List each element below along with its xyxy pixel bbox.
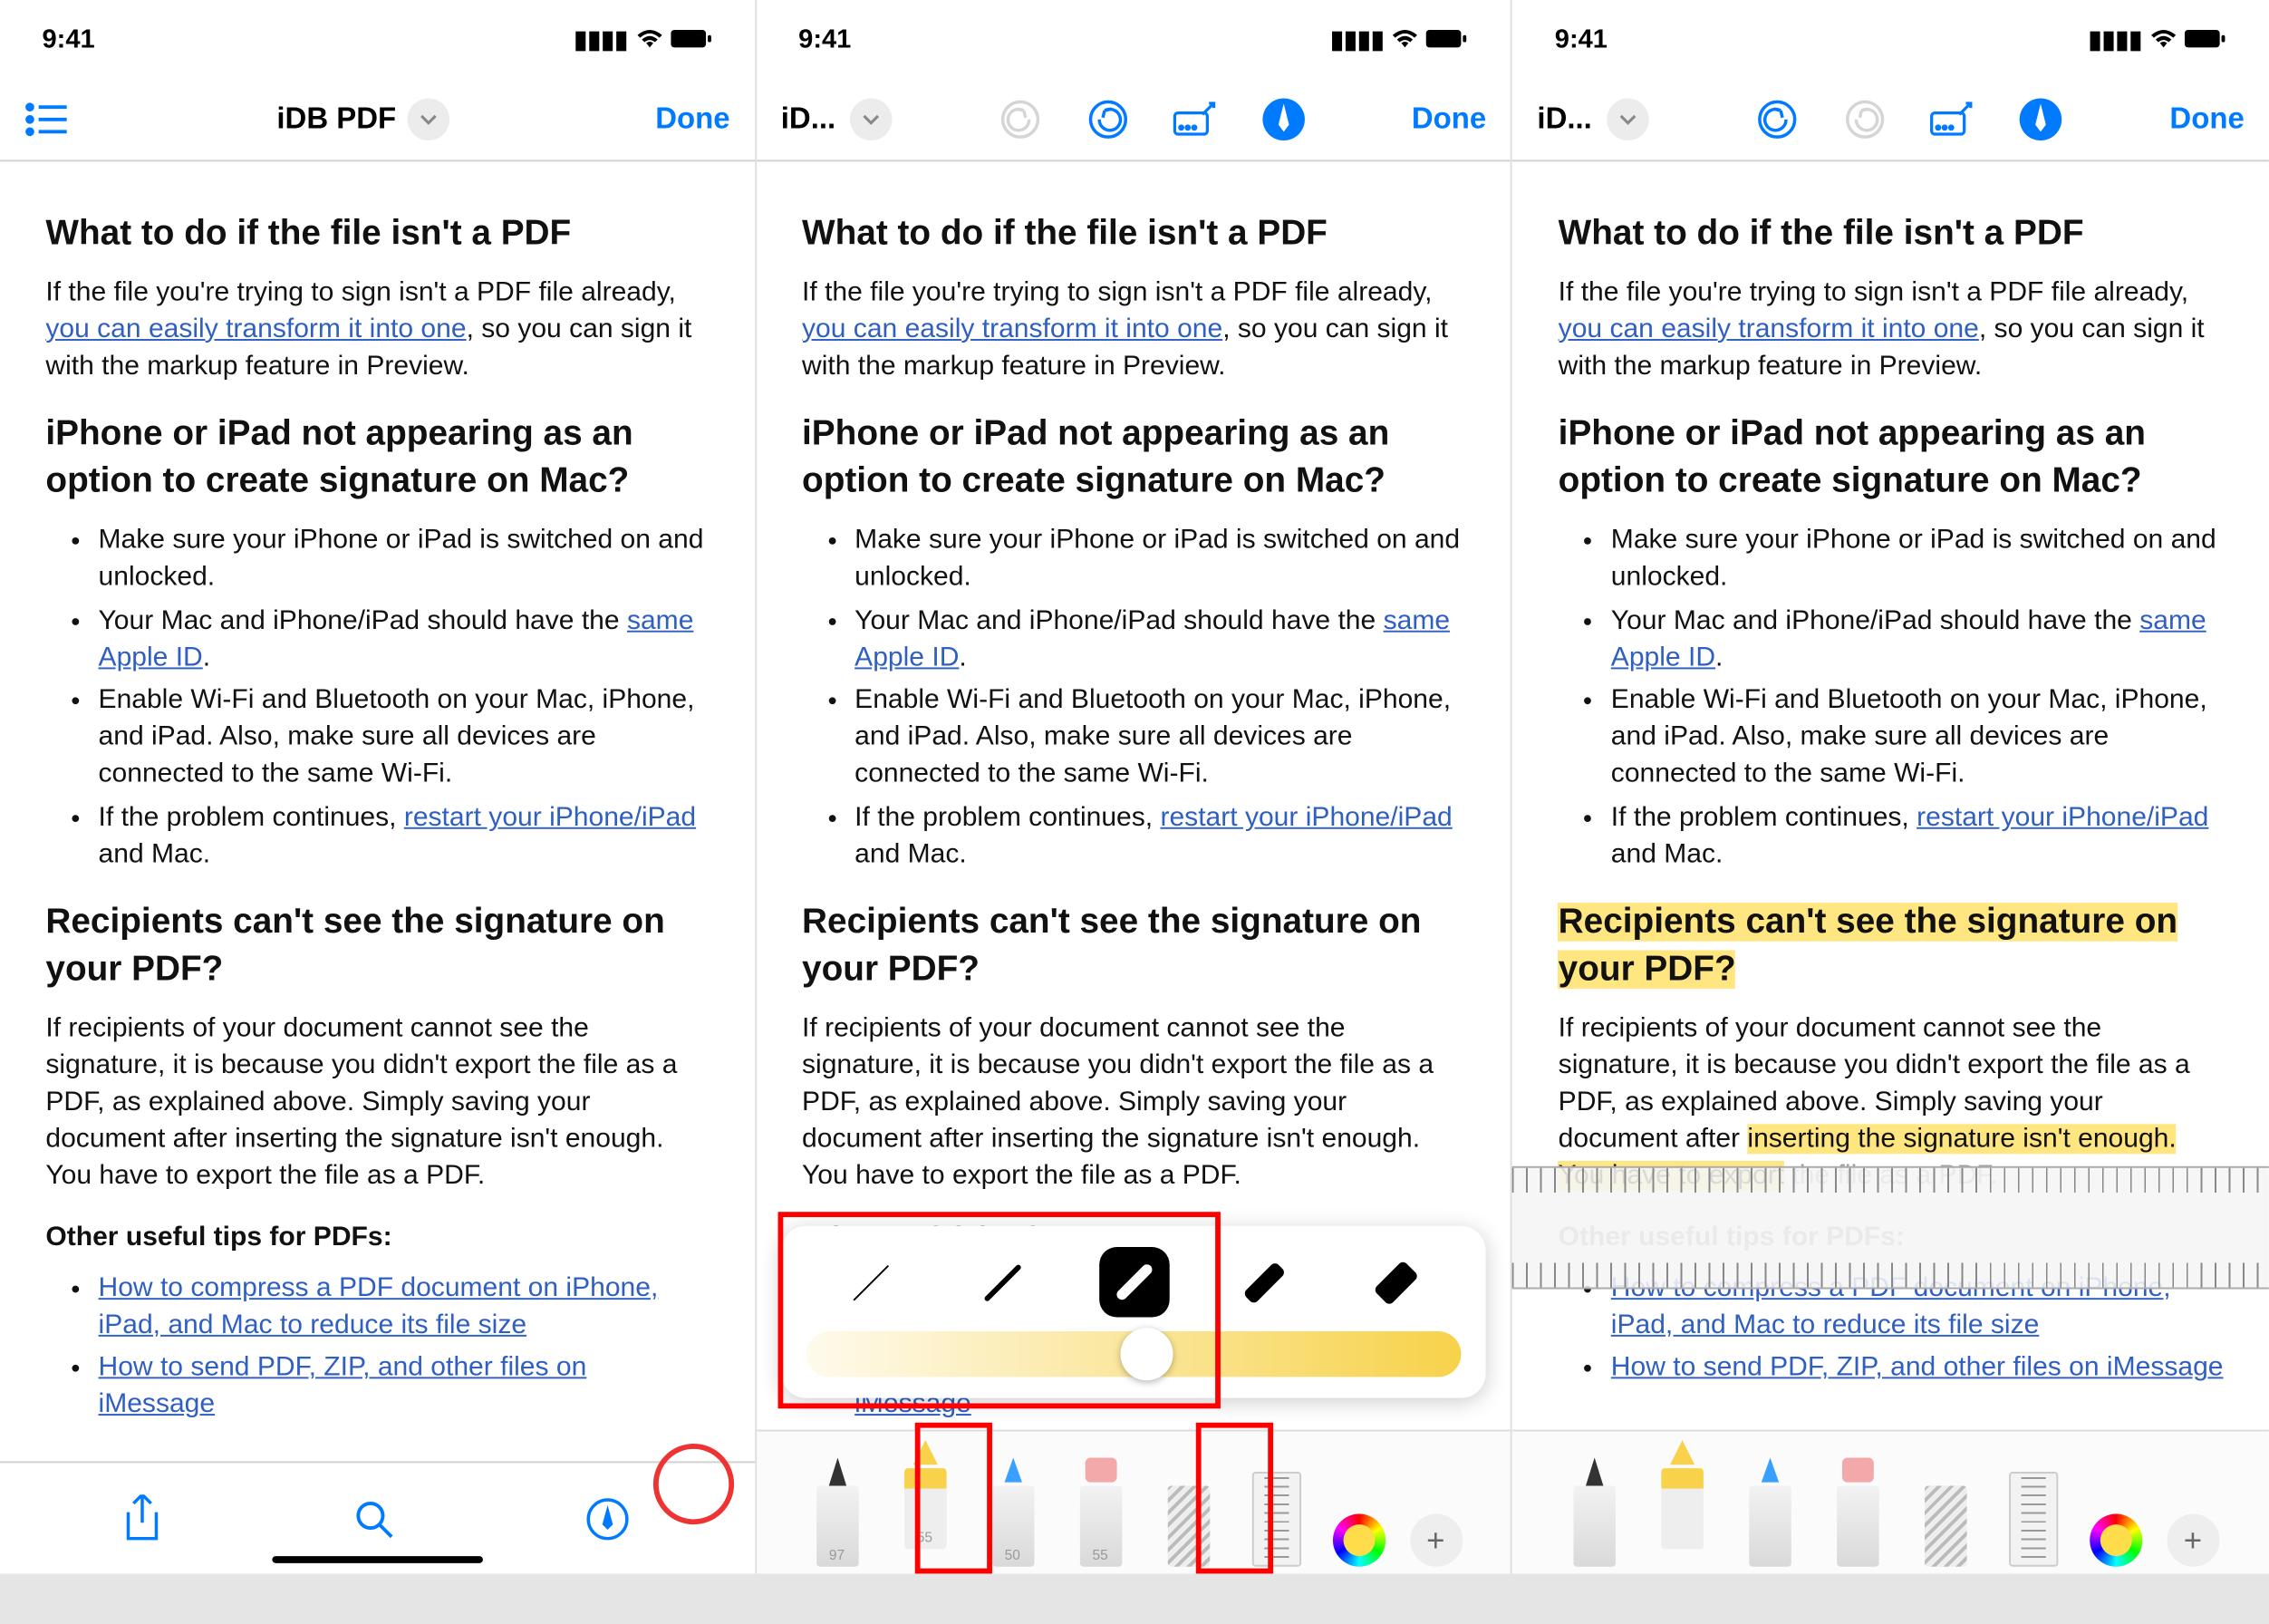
wifi-icon xyxy=(2149,28,2177,49)
markup-nav-bar: iD... Done xyxy=(757,77,1511,161)
link-compress[interactable]: How to compress a PDF document on iPhone… xyxy=(99,1272,659,1339)
markup-nav-bar: iD... Done xyxy=(1512,77,2269,161)
autofill-icon[interactable] xyxy=(1173,96,1218,141)
status-bar: 9:41 ▮▮▮▮ xyxy=(757,0,1511,77)
list-item: If the problem continues, restart your i… xyxy=(99,801,710,875)
screenshot-1: 9:41 ▮▮▮▮ iDB PDF Done What to do if the… xyxy=(0,0,757,1573)
pdf-content[interactable]: What to do if the file isn't a PDF If th… xyxy=(0,161,755,1461)
ruler-overlay[interactable] xyxy=(1512,1166,2269,1290)
annotation-box-options xyxy=(777,1212,1220,1408)
add-tool-button[interactable]: + xyxy=(1409,1514,1462,1567)
battery-icon xyxy=(1426,28,1469,49)
wifi-icon xyxy=(635,28,663,49)
title-menu-chevron-icon[interactable] xyxy=(407,98,449,140)
annotation-box-ruler xyxy=(1195,1423,1272,1574)
heading-recipients-highlighted: Recipients can't see the signature on yo… xyxy=(1559,899,2224,994)
eraser-tool[interactable] xyxy=(1826,1458,1889,1567)
status-icons: ▮▮▮▮ xyxy=(574,24,712,53)
status-time: 9:41 xyxy=(43,24,95,53)
heading-ipad-mac: iPhone or iPad not appearing as an optio… xyxy=(45,411,709,506)
markup-tools-bar: 97 55 50 55 + xyxy=(757,1430,1511,1574)
color-picker[interactable] xyxy=(1332,1514,1385,1567)
battery-icon xyxy=(2185,28,2227,49)
signal-icon: ▮▮▮▮ xyxy=(1330,24,1385,53)
list-item: How to send PDF, ZIP, and other files on… xyxy=(99,1351,710,1425)
doc-title[interactable]: iDB PDF xyxy=(276,101,396,136)
heading-ipad-mac: iPhone or iPad not appearing as an optio… xyxy=(802,411,1465,506)
status-icons: ▮▮▮▮ xyxy=(1330,24,1469,53)
done-button[interactable]: Done xyxy=(2169,101,2244,136)
list-item: Make sure your iPhone or iPad is switche… xyxy=(99,523,710,596)
heading-not-pdf: What to do if the file isn't a PDF xyxy=(45,211,709,258)
undo-icon[interactable] xyxy=(1754,96,1800,141)
heading-tips: Other useful tips for PDFs: xyxy=(45,1220,709,1257)
pen-tool[interactable]: 97 xyxy=(806,1458,869,1567)
status-bar: 9:41 ▮▮▮▮ xyxy=(0,0,755,77)
lasso-tool[interactable] xyxy=(1914,1458,1977,1567)
redo-icon[interactable] xyxy=(1842,96,1888,141)
home-indicator[interactable] xyxy=(272,1556,483,1563)
link-transform[interactable]: you can easily transform it into one xyxy=(45,314,466,344)
pen-tool[interactable] xyxy=(1562,1458,1626,1567)
color-picker[interactable] xyxy=(2090,1514,2142,1567)
heading-recipients: Recipients can't see the signature on yo… xyxy=(45,899,709,994)
pdf-content[interactable]: What to do if the file isn't a PDF If th… xyxy=(1512,161,2269,1573)
battery-icon xyxy=(671,28,713,49)
screenshot-2: 9:41 ▮▮▮▮ iD... Done What to do if the f… xyxy=(757,0,1513,1573)
para-transform: If the file you're trying to sign isn't … xyxy=(45,276,709,386)
heading-not-pdf: What to do if the file isn't a PDF xyxy=(802,211,1465,258)
markup-icon[interactable] xyxy=(585,1495,631,1541)
markup-active-icon[interactable] xyxy=(2018,96,2063,141)
list-icon[interactable] xyxy=(24,101,70,136)
link-restart[interactable]: restart your iPhone/iPad xyxy=(404,803,696,833)
list-item: How to compress a PDF document on iPhone… xyxy=(99,1271,710,1344)
highlighter-tool[interactable] xyxy=(1650,1440,1714,1549)
ruler-tool[interactable] xyxy=(2002,1458,2065,1567)
para-transform: If the file you're trying to sign isn't … xyxy=(802,276,1465,386)
autofill-icon[interactable] xyxy=(1930,96,1975,141)
signal-icon: ▮▮▮▮ xyxy=(574,24,628,53)
annotation-box-highlighter xyxy=(914,1423,991,1574)
list-item: Enable Wi-Fi and Bluetooth on your Mac, … xyxy=(99,684,710,795)
link-imessage[interactable]: How to send PDF, ZIP, and other files on… xyxy=(99,1353,587,1419)
markup-active-icon[interactable] xyxy=(1260,96,1306,141)
status-icons: ▮▮▮▮ xyxy=(2089,24,2227,53)
markup-tools-bar: + xyxy=(1512,1430,2269,1574)
redo-icon[interactable] xyxy=(1085,96,1130,141)
add-tool-button[interactable]: + xyxy=(2167,1514,2219,1567)
eraser-tool[interactable]: 55 xyxy=(1068,1458,1132,1567)
title-menu-chevron-icon[interactable] xyxy=(1606,98,1648,140)
nav-bar: iDB PDF Done xyxy=(0,77,755,161)
signal-icon: ▮▮▮▮ xyxy=(2089,24,2143,53)
status-bar: 9:41 ▮▮▮▮ xyxy=(1512,0,2269,77)
doc-title-short[interactable]: iD... xyxy=(781,101,835,136)
thickness-thick[interactable] xyxy=(1361,1247,1432,1318)
troubleshoot-list: Make sure your iPhone or iPad is switche… xyxy=(45,523,709,875)
doc-title-short[interactable]: iD... xyxy=(1537,101,1591,136)
status-time: 9:41 xyxy=(798,24,851,53)
annotation-highlight-circle xyxy=(652,1444,733,1524)
done-button[interactable]: Done xyxy=(1412,101,1486,136)
tips-list: How to compress a PDF document on iPhone… xyxy=(45,1271,709,1425)
para-recipients: If recipients of your document cannot se… xyxy=(45,1011,709,1195)
share-icon[interactable] xyxy=(123,1494,162,1542)
undo-icon[interactable] xyxy=(997,96,1042,141)
thickness-4[interactable] xyxy=(1230,1247,1300,1318)
screenshot-3: 9:41 ▮▮▮▮ iD... Done What to do if the f… xyxy=(1512,0,2269,1573)
done-button[interactable]: Done xyxy=(655,101,729,136)
status-time: 9:41 xyxy=(1555,24,1608,53)
list-item: Your Mac and iPhone/iPad should have the… xyxy=(99,604,710,677)
pencil-tool[interactable] xyxy=(1738,1458,1801,1567)
search-icon[interactable] xyxy=(352,1497,395,1540)
title-menu-chevron-icon[interactable] xyxy=(850,98,893,140)
wifi-icon xyxy=(1392,28,1420,49)
